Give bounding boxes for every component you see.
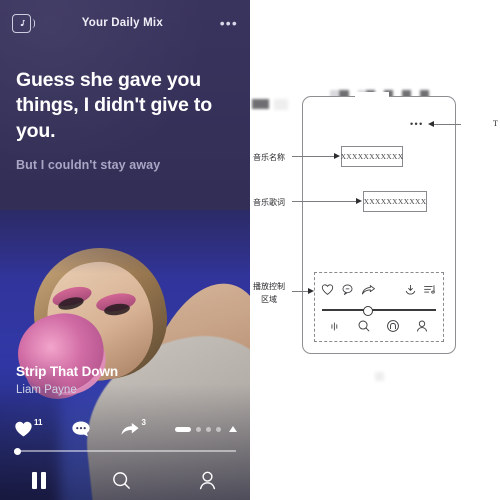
progress-bar[interactable] <box>14 446 236 456</box>
redacted-block <box>274 99 288 110</box>
control-top-row <box>321 279 437 299</box>
radio-arch-icon[interactable] <box>386 319 400 333</box>
page-indicator[interactable] <box>174 426 237 432</box>
comment-outline-icon[interactable] <box>341 283 354 296</box>
heart-icon <box>15 421 32 437</box>
label-play-control-line1: 播放控制 <box>253 282 285 291</box>
comment-icon <box>72 421 91 437</box>
leader-arrow <box>356 198 362 204</box>
label-play-control-line2: 区域 <box>261 295 277 304</box>
action-row: 11 3 <box>14 416 237 442</box>
label-music-lyrics: 音乐歌词 <box>253 198 285 207</box>
control-bottom-row <box>321 316 437 336</box>
progress-handle[interactable] <box>14 447 21 455</box>
like-button[interactable]: 11 <box>14 418 43 438</box>
album-art-vignette <box>0 210 250 500</box>
bottom-nav <box>0 460 250 500</box>
screenshot-root: Your Daily Mix ••• Guess she gave you th… <box>0 0 500 500</box>
player-header: Your Daily Mix ••• <box>0 0 250 46</box>
leader-line <box>433 124 461 125</box>
slider-handle[interactable] <box>363 306 373 316</box>
track-title: Strip That Down <box>16 364 118 379</box>
leader-arrow <box>334 153 340 159</box>
label-music-name: 音乐名称 <box>253 153 285 162</box>
progress-track <box>14 450 236 452</box>
album-art <box>0 210 250 500</box>
page-indicator-active <box>174 426 191 432</box>
leader-line <box>292 156 336 157</box>
download-icon[interactable] <box>404 283 417 296</box>
leader-line <box>292 201 358 202</box>
playlist-note-icon[interactable] <box>423 283 437 296</box>
search-icon[interactable] <box>111 470 132 491</box>
redacted-block <box>375 372 384 381</box>
comment-button[interactable] <box>71 420 91 438</box>
page-indicator-dot <box>215 426 221 432</box>
progress-slider[interactable] <box>322 306 436 316</box>
lyric-next-line: But I couldn't stay away <box>16 158 161 173</box>
more-options-icon[interactable]: ••• <box>220 16 238 30</box>
track-artist[interactable]: Liam Payne <box>16 384 118 396</box>
heart-outline-icon[interactable] <box>321 283 334 296</box>
music-note-speaker-icon[interactable] <box>12 13 35 33</box>
playback-control-area <box>314 272 444 342</box>
equalizer-icon[interactable] <box>329 320 342 333</box>
track-info: Strip That Down Liam Payne <box>16 364 118 396</box>
music-player-screen: Your Daily Mix ••• Guess she gave you th… <box>0 0 250 500</box>
share-count: 3 <box>141 418 146 427</box>
person-icon[interactable] <box>197 470 218 491</box>
page-indicator-dot <box>195 426 201 432</box>
music-lyrics-field[interactable]: XXXXXXXXXXX <box>363 191 427 212</box>
search-outline-icon[interactable] <box>357 319 371 333</box>
like-count: 11 <box>34 418 43 427</box>
frame-notch <box>355 92 389 101</box>
share-arrow-icon <box>121 423 140 435</box>
caret-up-icon[interactable] <box>228 426 237 432</box>
page-title: Your Daily Mix <box>81 17 163 29</box>
share-arrow-outline-icon[interactable] <box>361 283 376 296</box>
leader-arrow <box>428 121 434 127</box>
annotated-diagram: ••• T 音乐名称 XXXXXXXXXXX 音乐歌词 XXXXXXXXXXX … <box>250 0 500 500</box>
redacted-block <box>252 99 269 109</box>
lyric-current-line: Guess she gave you things, I didn't give… <box>16 69 212 142</box>
lyrics-block: Guess she gave you things, I didn't give… <box>16 68 234 172</box>
person-outline-icon[interactable] <box>415 319 429 333</box>
share-button[interactable]: 3 <box>120 418 146 438</box>
pause-icon[interactable] <box>32 471 47 489</box>
diagram-tag-right: T <box>493 119 498 128</box>
page-indicator-dot <box>205 426 211 432</box>
slider-track <box>322 309 436 311</box>
music-name-field[interactable]: XXXXXXXXXXX <box>341 146 403 167</box>
